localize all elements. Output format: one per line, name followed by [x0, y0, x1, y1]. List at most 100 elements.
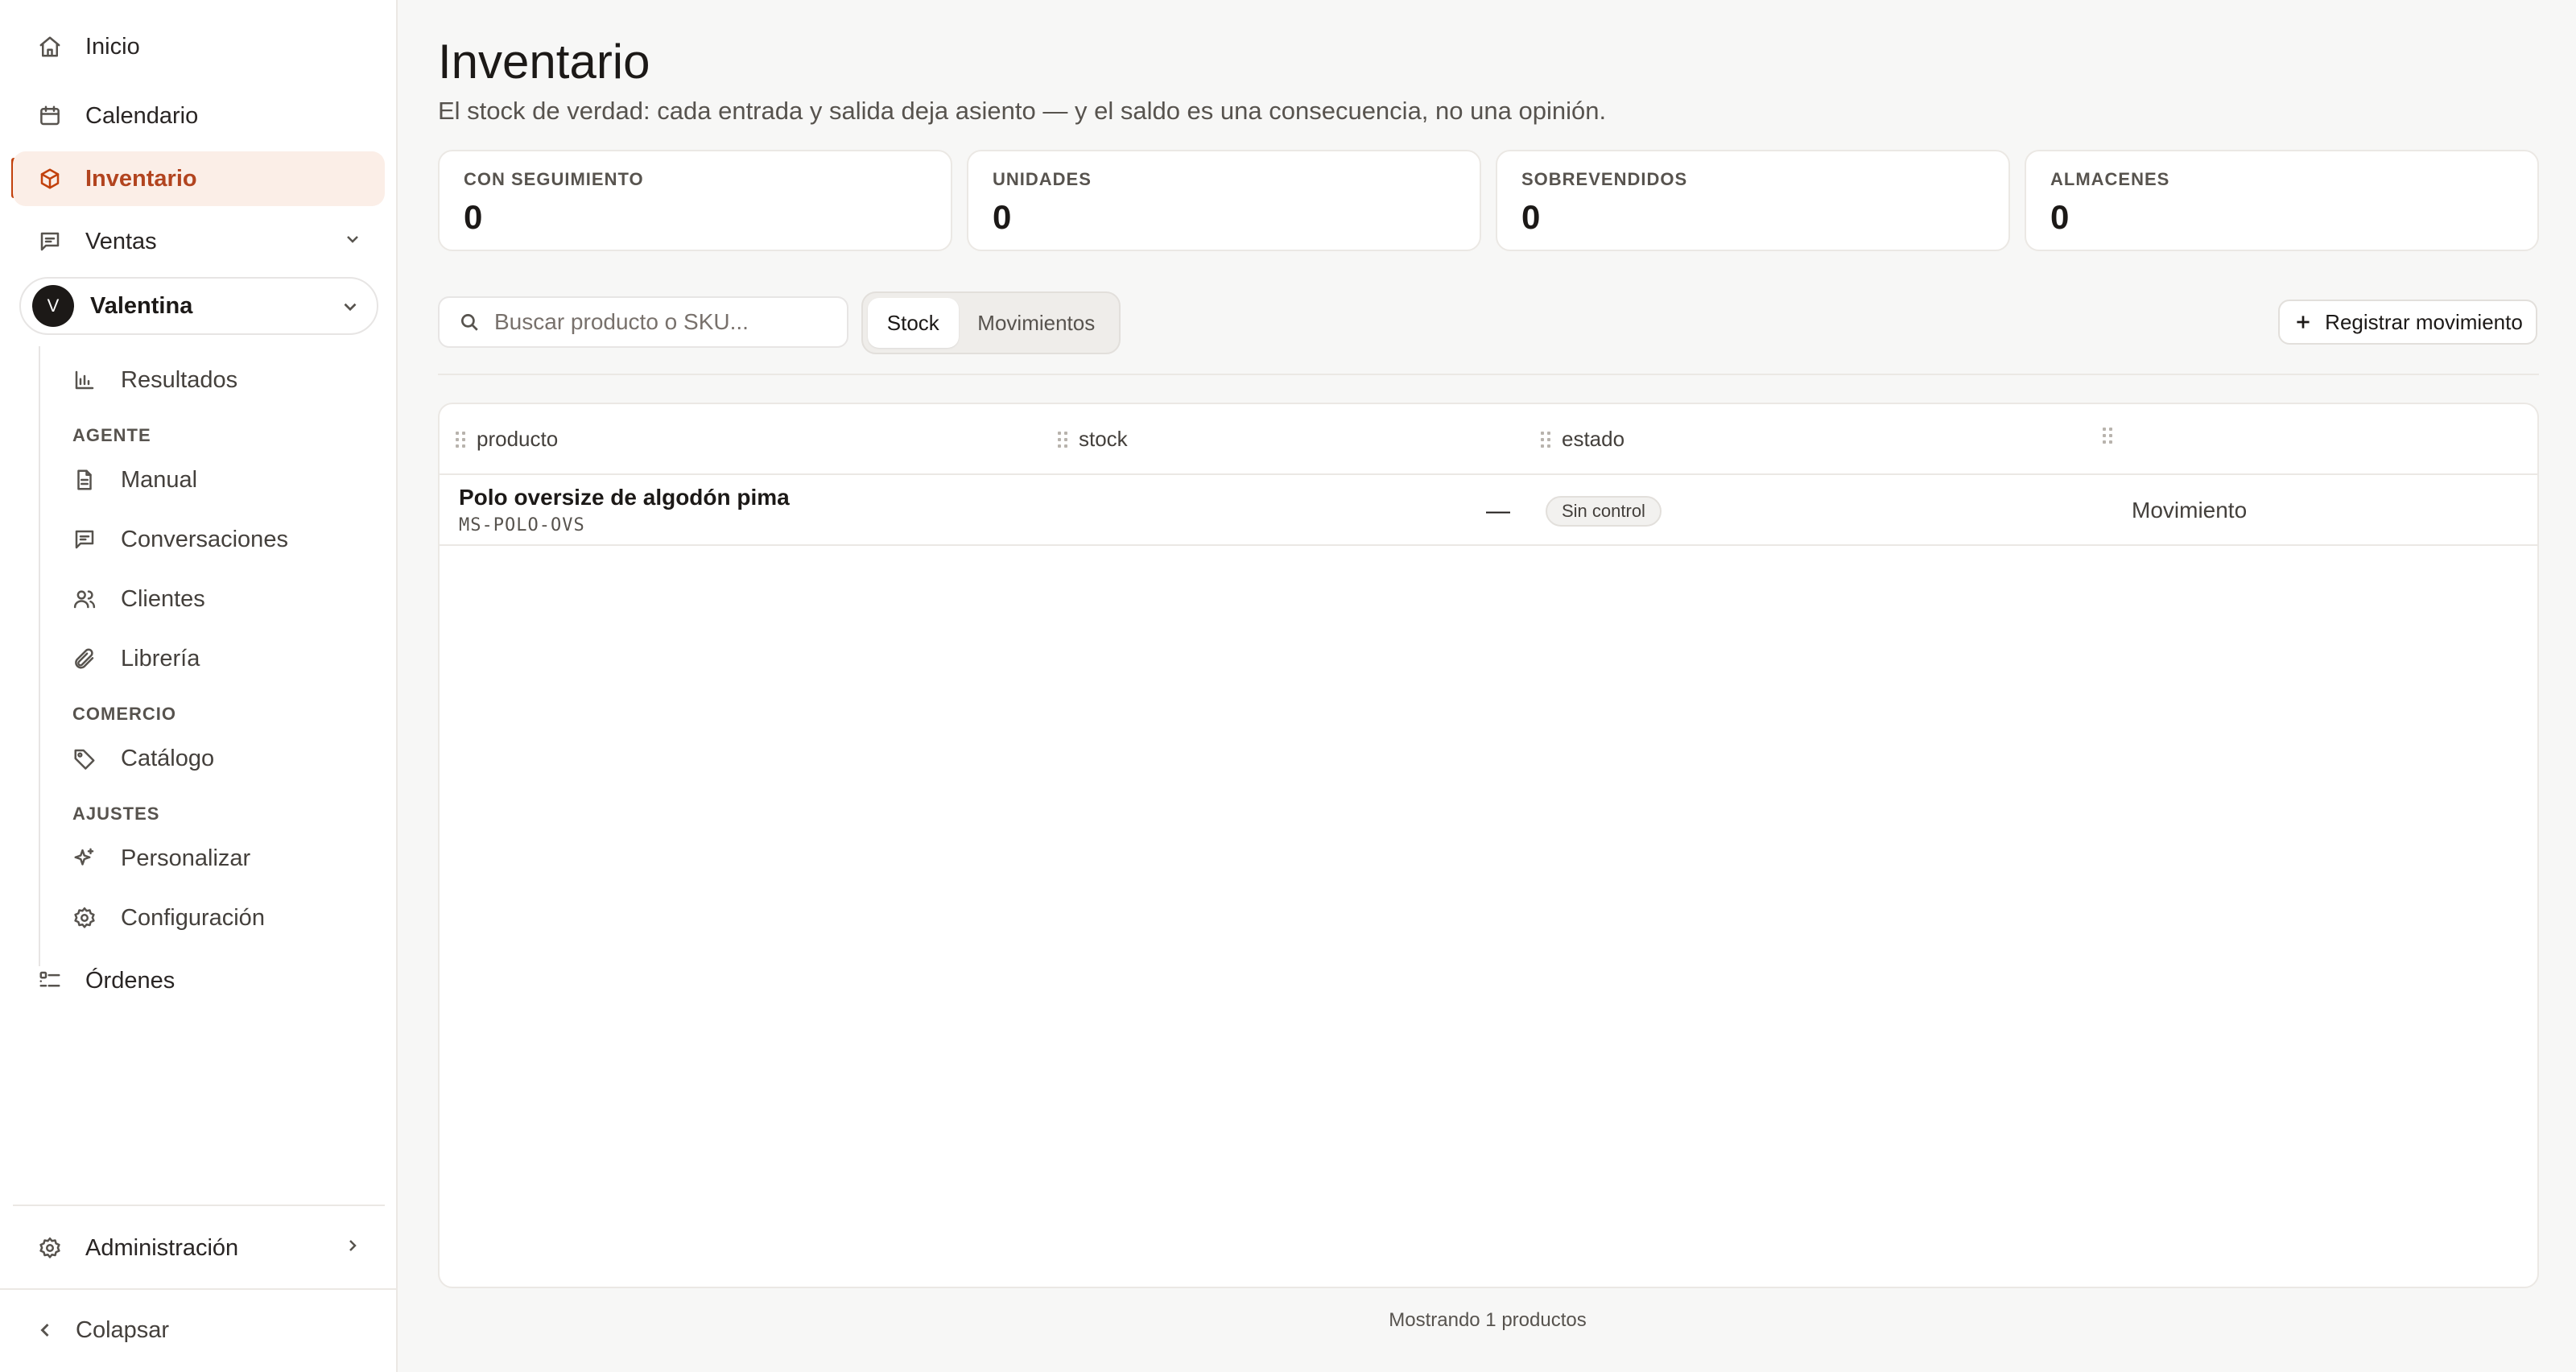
bar-chart-icon [69, 365, 100, 395]
column-label: producto [477, 427, 559, 451]
page-subtitle: El stock de verdad: cada entrada y salid… [438, 97, 1607, 125]
collapse-button[interactable]: Colapsar [13, 1306, 385, 1354]
users-icon [69, 584, 100, 614]
account-switcher[interactable]: V Valentina [19, 277, 378, 335]
stat-label: CON SEGUIMIENTO [464, 169, 644, 189]
sidebar-item-label: Inventario [85, 165, 197, 192]
tag-icon [69, 743, 100, 774]
stat-value: 0 [1521, 198, 1541, 236]
list-icon [34, 965, 66, 997]
collapse-label: Colapsar [76, 1316, 170, 1343]
column-label: stock [1079, 427, 1128, 451]
chevron-right-icon [343, 1235, 362, 1262]
column-header-estado[interactable]: estado [1541, 427, 1624, 452]
sidebar-item-label: Inicio [85, 33, 140, 60]
drag-handle-icon[interactable] [456, 431, 467, 448]
column-header-producto[interactable]: producto [456, 427, 558, 452]
tree-line [39, 346, 40, 966]
document-icon [69, 465, 100, 495]
chevron-down-icon [340, 296, 361, 321]
view-tabs: Stock Movimientos [861, 291, 1121, 354]
column-header-actions[interactable] [2103, 427, 2124, 444]
sidebar-item-ventas[interactable]: Ventas [13, 214, 385, 269]
chevron-left-icon [34, 1319, 56, 1341]
stats-row: CON SEGUIMIENTO 0 UNIDADES 0 SOBREVENDID… [438, 150, 2539, 251]
search-input[interactable] [494, 309, 832, 335]
chevron-down-icon [343, 229, 362, 255]
sidebar-item-manual[interactable]: Manual [61, 456, 383, 504]
sidebar-item-label: Resultados [121, 366, 238, 393]
stat-card-almacenes: ALMACENES 0 [2025, 150, 2539, 251]
tab-movimientos[interactable]: Movimientos [959, 298, 1114, 348]
plus-icon [2293, 312, 2314, 333]
table-row[interactable]: Polo oversize de algodón pima MS-POLO-OV… [440, 475, 2537, 546]
avatar: V [32, 285, 74, 327]
section-label-comercio: COMERCIO [72, 704, 176, 724]
movement-link[interactable]: Movimiento [2132, 498, 2247, 523]
drag-handle-icon[interactable] [2103, 427, 2114, 444]
sidebar-item-inventario[interactable]: Inventario [13, 151, 385, 206]
drag-handle-icon[interactable] [1058, 431, 1069, 448]
search-box [438, 296, 848, 348]
sidebar: Inicio Calendario Inventario Ventas V Va… [0, 0, 398, 1372]
main-content: Inventario El stock de verdad: cada entr… [398, 0, 2576, 1372]
column-header-stock[interactable]: stock [1058, 427, 1128, 452]
message-icon [34, 225, 66, 258]
sidebar-item-label: Administración [85, 1234, 239, 1261]
sidebar-divider [13, 1205, 385, 1206]
stat-value: 0 [993, 198, 1012, 236]
sidebar-divider [0, 1288, 398, 1290]
sidebar-item-conversaciones[interactable]: Conversaciones [61, 515, 383, 564]
sidebar-item-label: Catálogo [121, 745, 215, 771]
stat-card-unidades: UNIDADES 0 [967, 150, 1481, 251]
stat-value: 0 [464, 198, 483, 236]
stat-label: ALMACENES [2050, 169, 2170, 189]
table-header: producto stock estado [440, 404, 2537, 475]
sidebar-item-personalizar[interactable]: Personalizar [61, 834, 383, 882]
sidebar-item-libreria[interactable]: Librería [61, 634, 383, 683]
sidebar-item-label: Clientes [121, 585, 205, 612]
sidebar-item-calendario[interactable]: Calendario [13, 89, 385, 143]
search-icon [459, 312, 480, 333]
box-icon [34, 163, 66, 195]
status-badge: Sin control [1546, 496, 1662, 527]
sidebar-item-configuracion[interactable]: Configuración [61, 894, 383, 942]
sidebar-item-resultados[interactable]: Resultados [61, 356, 383, 404]
paperclip-icon [69, 643, 100, 674]
page-title: Inventario [438, 35, 650, 89]
stat-label: UNIDADES [993, 169, 1092, 189]
drag-handle-icon[interactable] [1541, 431, 1552, 448]
section-label-ajustes: AJUSTES [72, 804, 160, 824]
stat-card-sobrevendidos: SOBREVENDIDOS 0 [1496, 150, 2010, 251]
sidebar-item-inicio[interactable]: Inicio [13, 19, 385, 74]
sidebar-item-label: Conversaciones [121, 526, 288, 552]
gear-icon [34, 1232, 66, 1264]
home-icon [34, 31, 66, 63]
column-label: estado [1562, 427, 1625, 451]
sidebar-item-label: Configuración [121, 904, 265, 931]
stat-label: SOBREVENDIDOS [1521, 169, 1688, 189]
sidebar-item-label: Ventas [85, 228, 157, 254]
sidebar-item-ordenes[interactable]: Órdenes [13, 953, 385, 1008]
message-icon [69, 524, 100, 555]
sidebar-item-administracion[interactable]: Administración [13, 1221, 385, 1275]
product-name: Polo oversize de algodón pima [459, 485, 790, 510]
inventory-table: producto stock estado Polo oversize de a… [438, 403, 2539, 1288]
stock-value: — [1486, 498, 1510, 524]
sidebar-item-label: Manual [121, 466, 198, 493]
sidebar-item-label: Personalizar [121, 845, 251, 871]
tab-stock[interactable]: Stock [868, 298, 959, 348]
results-count: Mostrando 1 productos [1389, 1309, 1587, 1331]
sidebar-item-label: Librería [121, 645, 200, 672]
stat-value: 0 [2050, 198, 2070, 236]
register-movement-label: Registrar movimiento [2325, 309, 2523, 334]
calendar-icon [34, 100, 66, 132]
sidebar-item-label: Órdenes [85, 967, 175, 994]
divider [438, 374, 2539, 375]
sidebar-item-catalogo[interactable]: Catálogo [61, 734, 383, 783]
register-movement-button[interactable]: Registrar movimiento [2278, 300, 2537, 345]
stat-card-seguimiento: CON SEGUIMIENTO 0 [438, 150, 952, 251]
section-label-agente: AGENTE [72, 425, 151, 445]
sidebar-item-clientes[interactable]: Clientes [61, 575, 383, 623]
product-sku: MS-POLO-OVS [459, 515, 585, 535]
